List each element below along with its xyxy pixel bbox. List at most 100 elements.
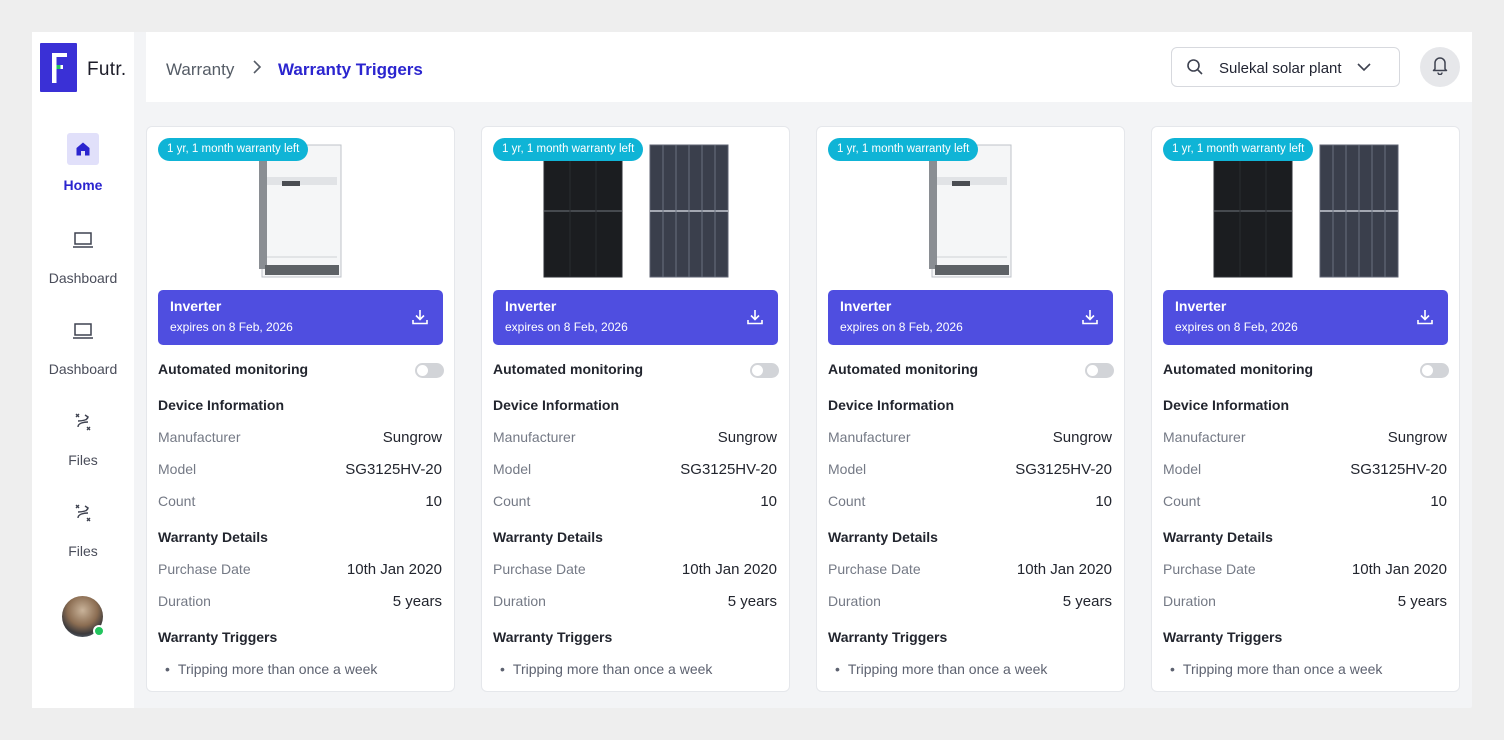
product-title: Inverter — [170, 298, 222, 314]
logo-text: Futr. — [87, 59, 127, 80]
sidebar-item-files-2[interactable]: Files — [32, 497, 134, 559]
manufacturer-value: Sungrow — [717, 429, 777, 446]
expiry-text: expires on 8 Feb, 2026 — [505, 320, 628, 334]
warranty-triggers-heading: Warranty Triggers — [828, 629, 948, 645]
toggle-knob — [752, 365, 763, 376]
sidebar: Futr. Home Dashboard Dashboard Files Fil… — [32, 32, 134, 708]
plant-select[interactable]: Sulekal solar plant — [1171, 47, 1400, 87]
device-information-heading: Device Information — [1163, 397, 1290, 413]
warranty-card: 1 yr, 1 month warranty left Inverter exp… — [1151, 126, 1460, 692]
plant-select-value: Sulekal solar plant — [1219, 60, 1342, 77]
sidebar-item-label: Files — [68, 452, 98, 468]
warranty-details-heading: Warranty Details — [1163, 529, 1273, 545]
product-title: Inverter — [505, 298, 557, 314]
sidebar-item-label: Home — [63, 177, 103, 193]
download-icon[interactable] — [1416, 308, 1434, 331]
count-value: 10 — [1430, 493, 1447, 510]
warranty-details-heading: Warranty Details — [828, 529, 938, 545]
product-title: Inverter — [1175, 298, 1227, 314]
logo-f-icon — [51, 52, 67, 83]
warranty-left-badge: 1 yr, 1 month warranty left — [828, 138, 979, 161]
purchase-date-label: Purchase Date — [493, 561, 586, 577]
expiry-text: expires on 8 Feb, 2026 — [170, 320, 293, 334]
count-label: Count — [493, 493, 531, 509]
warranty-card: 1 yr, 1 month warranty left Inverter exp… — [481, 126, 790, 692]
automated-monitoring-toggle[interactable] — [750, 363, 779, 378]
model-value: SG3125HV-20 — [1015, 461, 1112, 478]
manufacturer-value: Sungrow — [1387, 429, 1447, 446]
manufacturer-value: Sungrow — [382, 429, 442, 446]
count-value: 10 — [760, 493, 777, 510]
download-icon[interactable] — [411, 308, 429, 331]
product-banner: Inverter expires on 8 Feb, 2026 — [828, 290, 1113, 345]
duration-value: 5 years — [392, 593, 442, 610]
automated-monitoring-toggle[interactable] — [415, 363, 444, 378]
device-information-heading: Device Information — [158, 397, 285, 413]
duration-label: Duration — [493, 593, 546, 609]
download-icon[interactable] — [1081, 308, 1099, 331]
device-information-heading: Device Information — [493, 397, 620, 413]
purchase-date-value: 10th Jan 2020 — [1351, 561, 1447, 578]
warranty-card: 1 yr, 1 month warranty left Inverter exp… — [816, 126, 1125, 692]
logo-mark[interactable] — [40, 43, 77, 92]
manufacturer-label: Manufacturer — [828, 429, 911, 445]
toggle-knob — [1087, 365, 1098, 376]
model-label: Model — [493, 461, 532, 477]
purchase-date-value: 10th Jan 2020 — [681, 561, 777, 578]
sidebar-item-dashboard-2[interactable]: Dashboard — [32, 315, 134, 377]
online-status-dot — [93, 625, 105, 637]
count-label: Count — [828, 493, 866, 509]
toggle-knob — [417, 365, 428, 376]
model-label: Model — [828, 461, 867, 477]
count-label: Count — [158, 493, 196, 509]
purchase-date-label: Purchase Date — [158, 561, 251, 577]
top-header: Warranty Warranty Triggers Sulekal solar… — [146, 32, 1472, 102]
expiry-text: expires on 8 Feb, 2026 — [840, 320, 963, 334]
notifications-button[interactable] — [1420, 47, 1460, 87]
product-banner: Inverter expires on 8 Feb, 2026 — [158, 290, 443, 345]
warranty-left-badge: 1 yr, 1 month warranty left — [1163, 138, 1314, 161]
count-value: 10 — [425, 493, 442, 510]
sidebar-item-home[interactable]: Home — [32, 133, 134, 193]
search-icon — [1186, 58, 1204, 81]
model-label: Model — [158, 461, 197, 477]
count-value: 10 — [1095, 493, 1112, 510]
warranty-triggers-heading: Warranty Triggers — [158, 629, 278, 645]
product-banner: Inverter expires on 8 Feb, 2026 — [493, 290, 778, 345]
manufacturer-label: Manufacturer — [158, 429, 241, 445]
product-banner: Inverter expires on 8 Feb, 2026 — [1163, 290, 1448, 345]
duration-value: 5 years — [727, 593, 777, 610]
duration-value: 5 years — [1062, 593, 1112, 610]
purchase-date-label: Purchase Date — [1163, 561, 1256, 577]
home-icon — [67, 133, 99, 165]
warranty-left-badge: 1 yr, 1 month warranty left — [158, 138, 309, 161]
sidebar-item-label: Dashboard — [48, 270, 118, 286]
purchase-date-value: 10th Jan 2020 — [346, 561, 442, 578]
device-information-heading: Device Information — [828, 397, 955, 413]
automated-monitoring-label: Automated monitoring — [828, 361, 979, 377]
laptop-icon — [67, 224, 99, 256]
manufacturer-value: Sungrow — [1052, 429, 1112, 446]
manufacturer-label: Manufacturer — [493, 429, 576, 445]
bell-icon — [1431, 55, 1449, 80]
avatar[interactable] — [62, 596, 105, 637]
purchase-date-label: Purchase Date — [828, 561, 921, 577]
product-title: Inverter — [840, 298, 892, 314]
chevron-right-icon — [250, 58, 264, 81]
model-value: SG3125HV-20 — [1350, 461, 1447, 478]
sidebar-item-files[interactable]: Files — [32, 406, 134, 468]
sidebar-item-dashboard[interactable]: Dashboard — [32, 224, 134, 286]
toggle-knob — [1422, 365, 1433, 376]
app-frame: Futr. Home Dashboard Dashboard Files Fil… — [32, 32, 1472, 708]
automated-monitoring-toggle[interactable] — [1420, 363, 1449, 378]
trigger-list-item: Tripping more than once a week — [165, 661, 377, 677]
warranty-card: 1 yr, 1 month warranty left Inverter exp… — [146, 126, 455, 692]
duration-label: Duration — [828, 593, 881, 609]
manufacturer-label: Manufacturer — [1163, 429, 1246, 445]
duration-label: Duration — [158, 593, 211, 609]
warranty-details-heading: Warranty Details — [158, 529, 268, 545]
download-icon[interactable] — [746, 308, 764, 331]
automated-monitoring-toggle[interactable] — [1085, 363, 1114, 378]
breadcrumb-root-link[interactable]: Warranty — [166, 60, 234, 80]
model-value: SG3125HV-20 — [680, 461, 777, 478]
